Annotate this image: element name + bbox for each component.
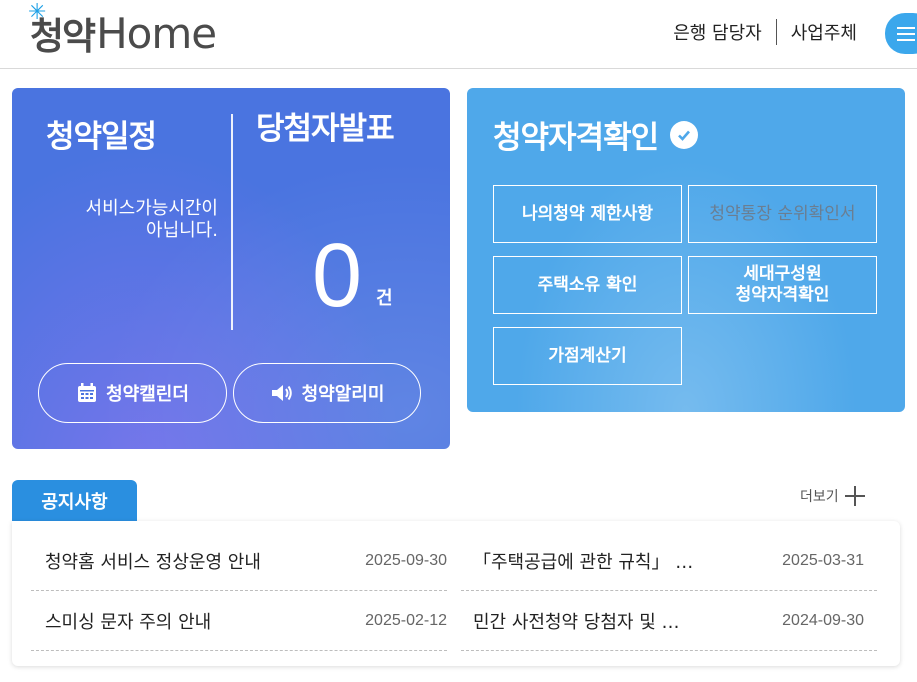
eligibility-card: 청약자격확인 나의청약 제한사항 청약통장 순위확인서 주택소유 확인 세대구성… (467, 88, 905, 412)
notice-title: 스미싱 문자 주의 안내 (45, 611, 212, 633)
alarm-button-label: 청약알리미 (301, 384, 385, 405)
hamburger-icon (897, 23, 915, 45)
business-entity-link[interactable]: 사업주체 (777, 19, 871, 45)
notice-list: 청약홈 서비스 정상운영 안내 2025-09-30 「주택공급에 관한 규칙」… (12, 521, 900, 666)
notice-date: 2025-09-30 (365, 551, 447, 569)
check-circle-icon (670, 120, 699, 149)
calendar-button-label: 청약캘린더 (106, 384, 189, 405)
schedule-message-line1: 서비스가능시간이 (85, 198, 218, 219)
notice-date: 2024-09-30 (782, 611, 864, 629)
schedule-title[interactable]: 청약일정 (46, 111, 157, 156)
schedule-message-line2: 아닙니다. (146, 220, 218, 241)
card-divider (231, 114, 233, 330)
eligibility-title-text: 청약자격확인 (493, 120, 659, 156)
logo-korean-text: ✳ 청약 (28, 0, 96, 58)
menu-button[interactable] (885, 13, 917, 54)
speaker-icon (270, 382, 294, 404)
notice-item[interactable]: 스미싱 문자 주의 안내 2025-02-12 (31, 591, 447, 651)
plus-icon (844, 486, 865, 506)
winner-count-unit: 건 (376, 288, 393, 309)
household-button-line2: 청약자격확인 (735, 285, 830, 305)
notice-date: 2025-02-12 (365, 611, 447, 629)
winner-announcement-title[interactable]: 당첨자발표 (256, 111, 416, 147)
header-links: 은행 담당자 사업주체 (659, 19, 871, 45)
calendar-icon (76, 382, 98, 404)
notice-date: 2025-03-31 (782, 551, 864, 569)
notice-title: 민간 사전청약 당첨자 및 … (473, 611, 680, 633)
more-label: 더보기 (800, 489, 839, 505)
household-member-eligibility-button[interactable]: 세대구성원 청약자격확인 (688, 256, 877, 314)
notice-item[interactable]: 민간 사전청약 당첨자 및 … 2024-09-30 (461, 591, 877, 651)
household-button-line1: 세대구성원 (743, 264, 822, 284)
site-logo[interactable]: ✳ 청약 Home (28, 0, 217, 60)
schedule-message: 서비스가능시간이 아닙니다. (38, 198, 218, 242)
calendar-button[interactable]: 청약캘린더 (38, 363, 227, 423)
logo-star-icon: ✳ (28, 0, 46, 25)
site-header: ✳ 청약 Home 은행 담당자 사업주체 (0, 0, 917, 69)
bank-staff-link[interactable]: 은행 담당자 (659, 19, 776, 45)
notice-tab[interactable]: 공지사항 (12, 480, 137, 522)
notice-title: 「주택공급에 관한 규칙」 … (473, 551, 694, 573)
schedule-card: 청약일정 서비스가능시간이 아닙니다. 당첨자발표 0 건 청약캘린더 청약알리… (12, 88, 450, 449)
my-subscription-restrictions-button[interactable]: 나의청약 제한사항 (493, 185, 682, 243)
eligibility-title: 청약자격확인 (493, 112, 699, 157)
winner-count: 0 (312, 226, 363, 326)
logo-home-text: Home (96, 8, 217, 58)
notice-item[interactable]: 청약홈 서비스 정상운영 안내 2025-09-30 (31, 531, 447, 591)
housing-ownership-check-button[interactable]: 주택소유 확인 (493, 256, 682, 314)
alarm-button[interactable]: 청약알리미 (233, 363, 421, 423)
more-link[interactable]: 더보기 (800, 486, 865, 506)
notice-title: 청약홈 서비스 정상운영 안내 (45, 551, 261, 573)
notice-item[interactable]: 「주택공급에 관한 규칙」 … 2025-03-31 (461, 531, 877, 591)
point-calculator-button[interactable]: 가점계산기 (493, 327, 682, 385)
account-rank-certificate-button[interactable]: 청약통장 순위확인서 (688, 185, 877, 243)
